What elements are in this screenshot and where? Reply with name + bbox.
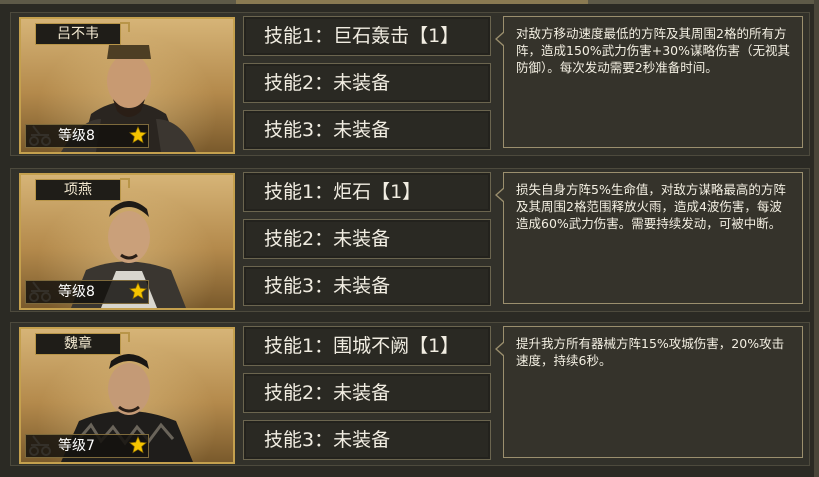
skill-slot-2[interactable]: 技能2：未装备 xyxy=(243,63,491,103)
skill-description: 提升我方所有器械方阵15%攻城伤害，20%攻击速度，持续6秒。 xyxy=(495,326,803,458)
skill-description: 损失自身方阵5%生命值，对敌方谋略最高的方阵及其周围2格范围释放火雨，造成4波伤… xyxy=(495,172,803,304)
skill-slot-1[interactable]: 技能1：炬石【1】 xyxy=(243,172,491,212)
star-icon xyxy=(129,436,147,454)
general-portrait[interactable]: 魏章 等级7 xyxy=(19,327,235,464)
star-icon xyxy=(129,282,147,300)
skill-slot-3[interactable]: 技能3：未装备 xyxy=(243,266,491,306)
general-card: 魏章 等级7 技能1：围城不阙【1】 技能2：未装备 技能3：未装备 提升我方所… xyxy=(10,322,810,466)
right-edge xyxy=(814,0,819,477)
skill-slot-1[interactable]: 技能1：围城不阙【1】 xyxy=(243,326,491,366)
skill-slot-3[interactable]: 技能3：未装备 xyxy=(243,420,491,460)
general-name: 吕不韦 xyxy=(35,22,130,45)
general-card: 吕不韦 等级8 技能1：巨石轰击【1】 技能2：未装备 技能3：未装备 对敌方移… xyxy=(10,12,810,156)
star-icon xyxy=(129,126,147,144)
general-name: 项燕 xyxy=(35,178,130,201)
skill-description: 对敌方移动速度最低的方阵及其周围2格的所有方阵，造成150%武力伤害+30%谋略… xyxy=(495,16,803,148)
general-portrait[interactable]: 项燕 等级8 xyxy=(19,173,235,310)
skill-slot-2[interactable]: 技能2：未装备 xyxy=(243,373,491,413)
skill-slot-3[interactable]: 技能3：未装备 xyxy=(243,110,491,150)
general-name: 魏章 xyxy=(35,332,130,355)
general-card: 项燕 等级8 技能1：炬石【1】 技能2：未装备 技能3：未装备 损失自身方阵5… xyxy=(10,168,810,312)
top-border xyxy=(0,0,819,4)
skill-slot-1[interactable]: 技能1：巨石轰击【1】 xyxy=(243,16,491,56)
general-portrait[interactable]: 吕不韦 等级8 xyxy=(19,17,235,154)
skill-slot-2[interactable]: 技能2：未装备 xyxy=(243,219,491,259)
